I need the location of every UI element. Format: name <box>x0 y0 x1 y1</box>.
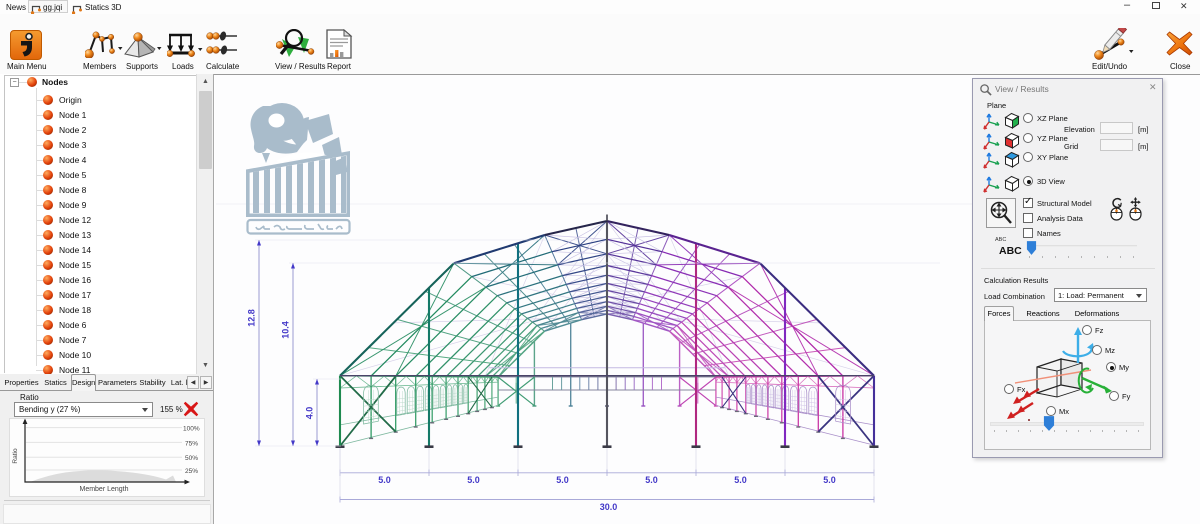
svg-text:5.0: 5.0 <box>823 475 836 485</box>
svg-text:Member Length: Member Length <box>79 486 128 493</box>
svg-text:Ratio: Ratio <box>12 448 19 464</box>
svg-text:4.0: 4.0 <box>305 407 315 420</box>
svg-text:5.0: 5.0 <box>467 475 480 485</box>
svg-text:30.0: 30.0 <box>600 502 618 512</box>
svg-text:5.0: 5.0 <box>556 475 569 485</box>
svg-text:5.0: 5.0 <box>734 475 747 485</box>
svg-text:10.4: 10.4 <box>281 321 291 339</box>
svg-text:75%: 75% <box>185 440 198 447</box>
svg-text:5.0: 5.0 <box>378 475 391 485</box>
svg-text:25%: 25% <box>185 468 198 475</box>
svg-text:100%: 100% <box>183 426 200 433</box>
svg-text:5.0: 5.0 <box>645 475 658 485</box>
svg-text:50%: 50% <box>185 455 198 462</box>
svg-text:12.8: 12.8 <box>247 309 257 327</box>
